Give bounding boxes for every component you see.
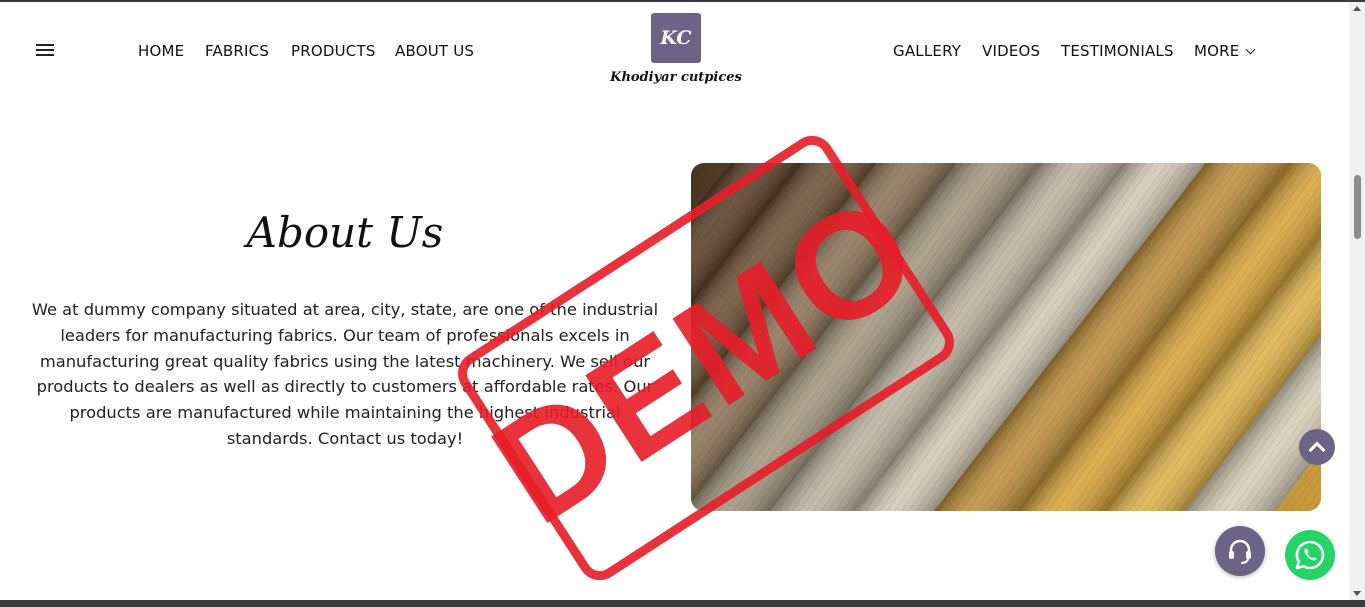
scrollbar-thumb[interactable] <box>1354 175 1361 239</box>
nav-products[interactable]: PRODUCTS <box>291 42 376 60</box>
nav-fabrics[interactable]: FABRICS <box>205 42 269 60</box>
brand-initials: KC <box>660 27 692 49</box>
headset-icon <box>1229 539 1251 564</box>
brand-name[interactable]: Khodiyar cutpices <box>596 70 756 85</box>
nav-home[interactable]: HOME <box>138 42 184 60</box>
page-scrollbar[interactable] <box>1349 2 1365 600</box>
whatsapp-icon <box>1295 540 1325 570</box>
whatsapp-button[interactable] <box>1285 530 1335 580</box>
brand-logo[interactable]: KC <box>651 13 701 63</box>
scroll-down-arrow-icon[interactable] <box>1353 591 1361 596</box>
scroll-up-arrow-icon[interactable] <box>1353 6 1361 11</box>
about-description: We at dummy company situated at area, ci… <box>31 300 659 448</box>
nav-about-us[interactable]: ABOUT US <box>395 42 474 60</box>
nav-videos[interactable]: VIDEOS <box>982 42 1040 60</box>
scroll-to-top-button[interactable] <box>1299 429 1335 465</box>
chevron-down-icon <box>1246 44 1256 55</box>
support-button[interactable] <box>1215 526 1265 576</box>
about-title: About Us <box>246 208 444 257</box>
hamburger-menu-icon[interactable] <box>36 44 54 58</box>
nav-gallery[interactable]: GALLERY <box>893 42 961 60</box>
nav-more-label: MORE <box>1194 42 1240 60</box>
fabric-rolls-image <box>691 163 1321 511</box>
window-frame-bottom <box>0 600 1365 607</box>
window-frame-top <box>0 0 1365 2</box>
chevron-up-icon <box>1308 441 1326 459</box>
nav-more-dropdown[interactable]: MORE <box>1194 42 1256 60</box>
nav-testimonials[interactable]: TESTIMONIALS <box>1061 42 1174 60</box>
